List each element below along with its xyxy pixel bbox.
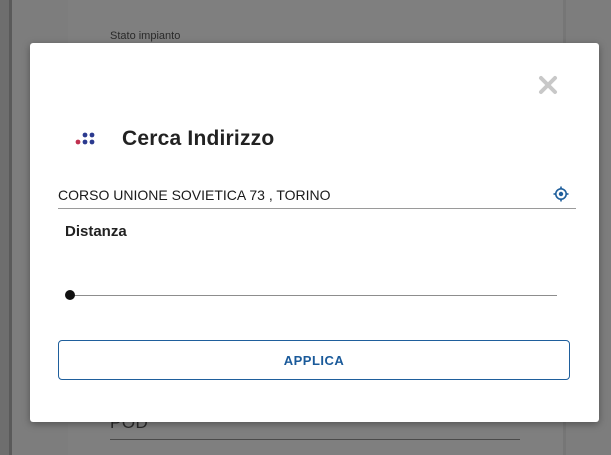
background-left-border xyxy=(9,0,12,455)
address-input[interactable] xyxy=(58,182,576,209)
distance-slider-thumb[interactable] xyxy=(65,290,75,300)
dots-logo-icon xyxy=(74,128,102,150)
locate-icon[interactable] xyxy=(552,185,570,203)
distance-slider-track[interactable] xyxy=(70,295,557,296)
background-pod-underline xyxy=(110,439,520,440)
distance-label: Distanza xyxy=(65,223,127,240)
search-address-dialog: Cerca Indirizzo Distanza APPLICA xyxy=(30,43,599,422)
apply-button[interactable]: APPLICA xyxy=(58,340,570,380)
close-icon[interactable] xyxy=(536,73,560,97)
background-field-label: Stato impianto xyxy=(110,30,181,42)
dialog-title: Cerca Indirizzo xyxy=(122,127,275,150)
dialog-header: Cerca Indirizzo xyxy=(74,123,274,155)
